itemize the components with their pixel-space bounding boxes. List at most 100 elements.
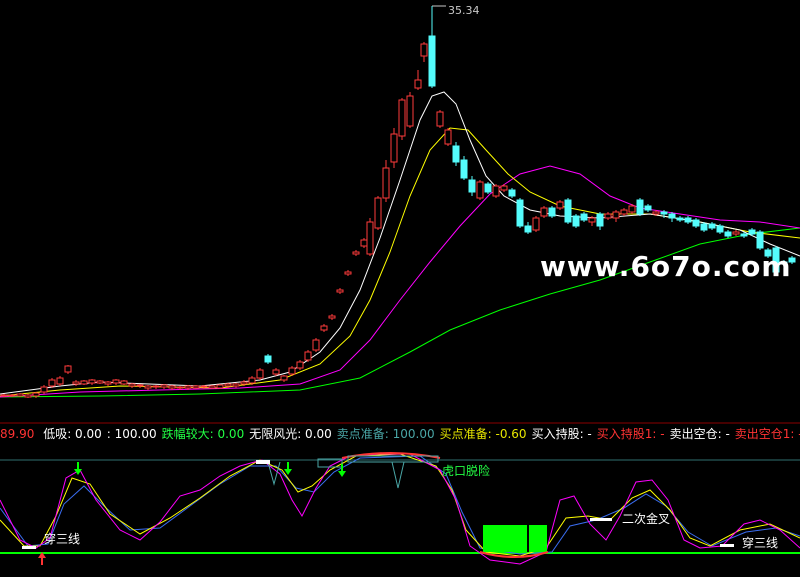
- candle-body: [460, 159, 468, 179]
- candle-body: [382, 167, 390, 199]
- candle-body: [24, 394, 32, 398]
- candle-body: [256, 369, 264, 379]
- candle-body: [556, 201, 564, 209]
- candle-body: [88, 379, 96, 384]
- candle-body: [192, 385, 200, 389]
- white-marker: [590, 518, 612, 521]
- candle-body: [636, 199, 644, 215]
- oscillator-lines: [0, 453, 800, 565]
- candle-body: [104, 381, 112, 385]
- candle-body: [580, 213, 588, 221]
- candle-body: [604, 213, 612, 219]
- annotation-cross-three-lines-right: 穿三线: [742, 536, 779, 550]
- legend-lead-value: 89.90: [0, 427, 35, 441]
- candle-body: [572, 215, 580, 227]
- candle-body: [8, 394, 16, 397]
- chart-canvas[interactable]: [0, 0, 800, 577]
- candle-body: [72, 381, 80, 385]
- candle-body: [652, 211, 660, 215]
- candle-body: [64, 365, 72, 373]
- candle-body: [336, 289, 344, 293]
- candle-body: [344, 271, 352, 275]
- candle-body: [708, 223, 716, 229]
- candle-body: [296, 361, 304, 369]
- candle-body: [328, 315, 336, 319]
- cyan-spike: [391, 461, 405, 489]
- moving-average-lines: [0, 5, 800, 398]
- candle-body: [168, 385, 176, 389]
- candle-body: [492, 185, 500, 197]
- indicator-legend-bar: 89.90 低吸: 0.00 : 100.00 跌幅较大: 0.00 无限风光: 0.…: [0, 425, 800, 443]
- ma-line: [0, 91, 800, 395]
- candle-body: [612, 211, 620, 219]
- legend-item: 无限风光: 0.00: [249, 427, 332, 441]
- candle-body: [620, 209, 628, 215]
- candle-body: [540, 207, 548, 217]
- candle-body: [732, 231, 740, 235]
- candle-body: [398, 99, 406, 137]
- legend-item: 跌幅较大: 0.00: [161, 427, 245, 441]
- candle-body: [224, 383, 232, 387]
- candle-body: [596, 213, 604, 227]
- oscillator-signals: [22, 452, 734, 565]
- legend-item: 低吸: 0.00: [43, 427, 102, 441]
- candle-body: [532, 217, 540, 231]
- candle-body: [748, 229, 756, 235]
- candle-body: [288, 367, 296, 375]
- candle-body: [692, 219, 700, 227]
- candle-body: [136, 384, 144, 387]
- candle-body: [352, 251, 360, 255]
- candle-body: [406, 95, 414, 127]
- candle-body: [420, 43, 428, 57]
- candle-body: [280, 375, 288, 381]
- candle-body: [740, 233, 748, 237]
- candle-body: [128, 383, 136, 387]
- buy-arrow-head: [338, 471, 346, 477]
- legend-item: : 100.00: [106, 427, 157, 441]
- candle-body: [414, 79, 422, 89]
- candle-body: [0, 394, 8, 397]
- candle-body: [366, 221, 374, 255]
- candle-body: [248, 377, 256, 384]
- candle-body: [390, 133, 398, 163]
- white-marker: [256, 460, 270, 464]
- candle-body: [120, 380, 128, 385]
- candle-body: [40, 386, 48, 393]
- candle-body: [264, 355, 272, 363]
- candle-body: [756, 231, 764, 249]
- candle-body: [436, 111, 444, 127]
- candle-body: [676, 217, 684, 221]
- candle-body: [216, 384, 224, 389]
- candle-body: [96, 380, 104, 384]
- oscillator-line: [0, 453, 800, 565]
- white-marker: [22, 546, 36, 549]
- candle-body: [660, 211, 668, 215]
- candle-body: [112, 379, 120, 384]
- candle-body: [500, 185, 508, 191]
- candle-body: [304, 351, 312, 361]
- candle-body: [644, 205, 652, 211]
- annotation-second-golden-cross: 二次金叉: [622, 512, 671, 526]
- legend-item: 买点准备: -0.60: [439, 427, 527, 441]
- candle-body: [232, 383, 240, 387]
- candle-body: [476, 181, 484, 199]
- candle-body: [152, 385, 160, 388]
- candle-body: [16, 393, 24, 397]
- candle-body: [200, 385, 208, 388]
- candle-body: [144, 385, 152, 389]
- legend-item: 买入持股1: -: [596, 427, 665, 441]
- candle-body: [208, 385, 216, 389]
- oscillator-line: [0, 455, 800, 555]
- candle-body: [548, 207, 556, 217]
- candlestick-series: [0, 6, 796, 398]
- annotation-cross-three-lines-left: 穿三线: [44, 532, 81, 546]
- candle-body: [56, 377, 64, 385]
- candle-body: [468, 179, 476, 193]
- candle-body: [452, 145, 460, 163]
- candle-body: [80, 380, 88, 385]
- candle-body: [564, 199, 572, 223]
- candle-body: [374, 197, 382, 229]
- candle-body: [32, 392, 40, 397]
- peak-price-label: 35.34: [448, 4, 480, 17]
- candle-body: [272, 369, 280, 375]
